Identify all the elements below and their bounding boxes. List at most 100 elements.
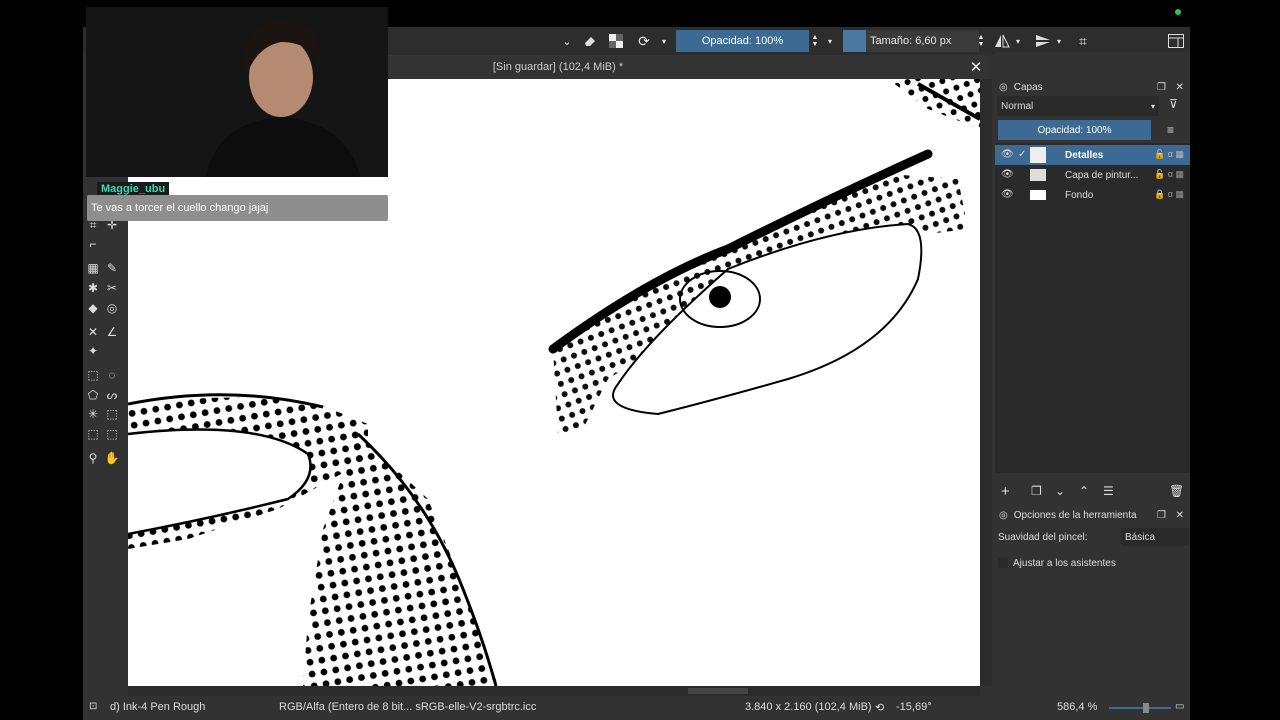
assistant-tool-icon[interactable]: ✕ xyxy=(85,324,101,340)
check-icon[interactable]: ✓ xyxy=(1018,149,1026,160)
smart-patch-icon[interactable]: ✱ xyxy=(85,280,101,296)
smoothing-select[interactable]: Básica xyxy=(1121,528,1189,546)
layer-row[interactable]: 👁 Fondo 🔒 α ▦ xyxy=(995,185,1190,205)
zoom-value: 586,4 % xyxy=(1057,701,1098,713)
ellipse-select-icon[interactable]: ◌ xyxy=(104,367,120,383)
duplicate-layer-icon[interactable]: ❐ xyxy=(1031,484,1042,498)
opacity-slider[interactable]: Opacidad: 100% xyxy=(676,30,809,52)
size-slider-fill[interactable] xyxy=(843,30,866,52)
magic-wand-icon[interactable]: ✳ xyxy=(85,406,101,422)
color-profile: RGB/Alfa (Entero de 8 bit... sRGB-elle-V… xyxy=(279,701,537,713)
fullscreen-icon[interactable]: ▭ xyxy=(1175,701,1184,712)
dropdown-arrow-icon[interactable]: ⌄ xyxy=(561,31,573,51)
layer-flags-icon[interactable]: 🔓 α ▦ xyxy=(1154,149,1184,160)
move-layer-up-icon[interactable]: ⌃ xyxy=(1079,484,1089,498)
delete-layer-icon[interactable]: 🗑 xyxy=(1169,484,1184,498)
preserve-alpha-icon[interactable] xyxy=(607,31,625,51)
chevron-down-icon: ▾ xyxy=(1150,101,1155,111)
layers-icon: ◎ xyxy=(999,81,1008,93)
opacity-stepper[interactable]: ▲ ▼ xyxy=(810,31,820,51)
measure-tool-icon[interactable]: ∠ xyxy=(104,324,120,340)
layer-flags-icon[interactable]: 🔓 α ▦ xyxy=(1154,169,1184,180)
rect-select-icon[interactable]: ⬚ xyxy=(85,367,101,383)
tool-options-icon: ◎ xyxy=(999,509,1008,521)
rotation-value: -15,69° xyxy=(896,701,932,713)
horizontal-scrollbar[interactable] xyxy=(128,686,980,696)
dropdown-arrow-icon[interactable]: ▾ xyxy=(1054,31,1064,51)
panel-layout-icon[interactable] xyxy=(1166,31,1186,51)
enclose-fill-icon[interactable]: ◎ xyxy=(104,300,120,316)
add-layer-icon[interactable]: + xyxy=(1001,483,1010,500)
smoothing-value: Básica xyxy=(1125,531,1156,543)
menu-icon[interactable]: ≡ xyxy=(1167,123,1174,137)
layer-name[interactable]: Capa de pintur... xyxy=(1065,170,1138,181)
right-dock: ◎ Capas ❐ ✕ Normal ▾ ⊽ Opacidad: 100% ≡ … xyxy=(995,52,1190,696)
reference-pin-icon[interactable]: ✦ xyxy=(85,343,101,359)
float-panel-icon[interactable]: ❐ xyxy=(1157,82,1166,93)
similar-select-icon[interactable]: ⬚ xyxy=(104,406,120,422)
crop-wrap-icon[interactable]: ⌗ xyxy=(1074,31,1092,51)
tool-options-title: Opciones de la herramienta xyxy=(1013,509,1137,521)
webcam-overlay xyxy=(86,7,388,177)
layer-row[interactable]: 👁 ✓ Detalles 🔓 α ▦ xyxy=(995,145,1190,165)
fill-bucket-icon[interactable]: ◆ xyxy=(85,300,101,316)
visibility-eye-icon[interactable]: 👁 xyxy=(1001,189,1014,200)
scroll-thumb[interactable] xyxy=(688,688,748,694)
dropdown-arrow-icon[interactable]: ▾ xyxy=(1013,31,1023,51)
layer-thumbnail xyxy=(1030,190,1046,200)
zoom-slider[interactable] xyxy=(1109,707,1171,709)
filter-icon[interactable]: ⊽ xyxy=(1169,97,1178,111)
eyedropper-icon[interactable]: ✎ xyxy=(104,260,120,276)
size-slider[interactable]: Tamaño: 6,60 px xyxy=(870,30,951,52)
rotation-icon[interactable]: ⟲ xyxy=(875,701,884,714)
magnetic-select-icon[interactable]: ⬚ xyxy=(104,426,120,442)
layers-title: Capas xyxy=(1013,81,1043,93)
float-panel-icon[interactable]: ❐ xyxy=(1157,510,1166,521)
layer-properties-icon[interactable]: ☰ xyxy=(1103,484,1114,498)
eraser-icon[interactable] xyxy=(581,31,599,51)
layer-name[interactable]: Fondo xyxy=(1065,190,1093,201)
image-size: 3.840 x 2.160 (102,4 MiB) xyxy=(745,701,872,713)
dropdown-arrow-icon[interactable]: ▾ xyxy=(659,31,669,51)
reload-preset-icon[interactable]: ⟳ xyxy=(635,31,653,51)
dropdown-arrow-icon[interactable]: ▾ xyxy=(825,31,835,51)
chat-username: Maggie_ubu xyxy=(97,182,170,196)
pan-hand-icon[interactable]: ✋ xyxy=(104,450,120,466)
zoom-icon[interactable]: ⚲ xyxy=(85,450,101,466)
visibility-eye-icon[interactable]: 👁 xyxy=(1001,149,1014,160)
bezier-select-icon[interactable]: ⬚ xyxy=(85,426,101,442)
visibility-eye-icon[interactable]: 👁 xyxy=(1001,169,1014,180)
mirror-vertical-icon[interactable] xyxy=(1034,31,1052,51)
colorize-mask-icon[interactable]: ✂ xyxy=(104,280,120,296)
layer-opacity-slider[interactable]: Opacidad: 100% xyxy=(998,120,1151,140)
transform-tool-icon[interactable]: ⌐ xyxy=(85,236,101,252)
recording-indicator xyxy=(1175,9,1181,15)
brush-name: d) Ink-4 Pen Rough xyxy=(110,701,206,713)
layer-thumbnail xyxy=(1030,169,1046,181)
close-icon[interactable]: ✕ xyxy=(964,55,988,79)
smoothing-label: Suavidad del pincel: xyxy=(998,532,1088,543)
layer-name[interactable]: Detalles xyxy=(1065,150,1103,161)
move-layer-down-icon[interactable]: ⌄ xyxy=(1055,484,1065,498)
blend-mode-value: Normal xyxy=(1001,100,1034,112)
brush-preset-icon[interactable]: ⊡ xyxy=(89,701,97,712)
tool-options-header: ◎ Opciones de la herramienta ❐ ✕ xyxy=(995,506,1190,524)
layer-flags-icon[interactable]: 🔒 α ▦ xyxy=(1154,189,1184,200)
close-panel-icon[interactable]: ✕ xyxy=(1176,510,1184,521)
freehand-select-icon[interactable]: ᔕ xyxy=(104,387,120,403)
layers-header: ◎ Capas ❐ ✕ xyxy=(995,78,1190,96)
assistants-checkbox[interactable] xyxy=(998,558,1008,568)
gradient-tool-icon[interactable]: ▦ xyxy=(85,260,101,276)
close-panel-icon[interactable]: ✕ xyxy=(1176,82,1184,93)
layer-thumbnail xyxy=(1030,147,1046,163)
size-stepper[interactable]: ▲ ▼ xyxy=(976,31,986,51)
blend-mode-select[interactable]: Normal ▾ xyxy=(997,96,1159,116)
assistants-label: Ajustar a los asistentes xyxy=(1013,558,1116,569)
layer-row[interactable]: 👁 Capa de pintur... 🔓 α ▦ xyxy=(995,165,1190,185)
mirror-horizontal-icon[interactable] xyxy=(993,31,1011,51)
vertical-scrollbar[interactable] xyxy=(980,79,992,686)
chat-message: Te vas a torcer el cuello chango jajaj xyxy=(87,195,388,221)
polygon-select-icon[interactable]: ⬠ xyxy=(85,387,101,403)
layer-list: 👁 ✓ Detalles 🔓 α ▦ 👁 Capa de pintur... 🔓… xyxy=(995,143,1190,473)
zoom-slider-handle[interactable] xyxy=(1143,703,1149,713)
